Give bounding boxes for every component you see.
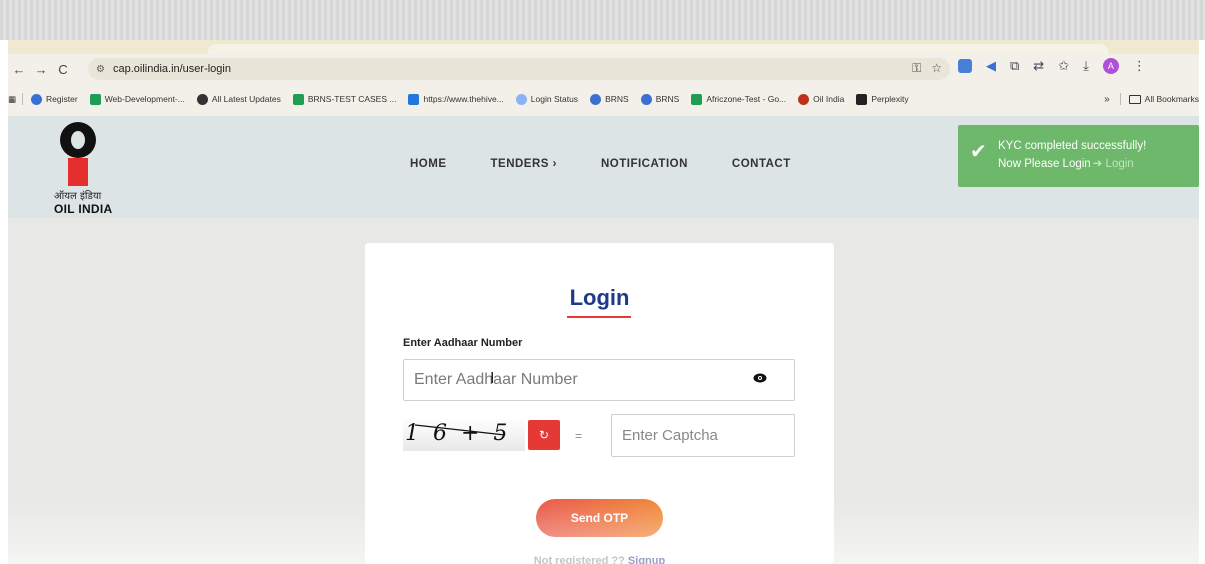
oil-india-logo[interactable]: ऑयल इंडिया OIL INDIA [52,122,132,218]
tab-strip [8,40,1199,54]
bookmark-label: Login Status [530,94,579,104]
apps-icon[interactable]: ▦ [8,94,16,105]
bookmarks-bar: ▦ Register Web-Development-... All Latest … [8,88,1199,110]
aadhaar-input[interactable] [403,359,795,401]
bookmark-label: All Latest Updates [211,94,281,104]
nav-tenders[interactable]: TENDERS › [491,158,557,170]
toast-login-text: Now Please Login [998,158,1091,170]
all-bookmarks-button[interactable]: All Bookmarks [1145,94,1199,104]
bookmark-item[interactable]: BRNS-TEST CASES ... [292,93,397,105]
bookmark-item[interactable]: Perplexity [856,93,909,105]
extension-icon[interactable] [958,59,972,73]
equals-sign: = [575,429,583,443]
profile-avatar[interactable]: A [1102,58,1119,74]
checkmark-icon: ✔ [970,141,987,163]
reload-icon[interactable]: C [52,58,74,80]
logo-bar-icon [68,158,88,186]
logo-english-text: OIL INDIA [54,202,113,216]
bookmark-item[interactable]: BRNS [640,93,680,105]
signup-prompt: Not registered ?? Signup [365,555,834,564]
bookmark-label: Register [46,94,78,104]
forward-icon[interactable]: → [30,58,52,80]
bookmark-label: https://www.thehive... [423,94,504,104]
text-cursor-icon: I [490,370,495,387]
toast-message: KYC completed successfully! [998,140,1147,152]
title-underline [567,316,631,318]
eye-icon[interactable] [753,373,767,383]
bookmark-globe-icon [590,93,602,105]
signup-link[interactable]: Signup [628,555,665,564]
login-title: Login [569,285,630,310]
nav-contact[interactable]: CONTACT [732,158,791,170]
browser-chrome: ← → C ⚙ cap.oilindia.in/user-login ⚿ ☆ ◀… [8,40,1199,116]
captcha-noise-line [415,424,505,436]
bookmark-globe-icon [640,93,652,105]
captcha-input[interactable] [611,414,795,457]
extensions-puzzle-icon[interactable]: ⧉ [1010,58,1019,74]
bookmark-label: Oil India [813,94,845,104]
login-card: Login Enter Aadhaar Number 16+5 ↻ = Send… [365,243,834,564]
active-tab[interactable] [208,44,1108,54]
bookmark-green-icon [89,93,101,105]
bookmark-label: Web-Development-... [104,94,185,104]
bookmark-label: BRNS [605,94,629,104]
folder-icon [1128,94,1141,104]
bookmark-item[interactable]: Web-Development-... [89,93,185,105]
bookmark-perp-icon [856,93,868,105]
password-key-icon[interactable]: ⚿ [912,61,921,76]
main-nav: HOME TENDERS › NOTIFICATION CONTACT [410,158,791,170]
bookmark-dark-icon [196,93,208,105]
bookmark-g-icon [515,93,527,105]
nav-notification[interactable]: NOTIFICATION [601,158,688,170]
toast-ghost-text: Login [1105,158,1134,170]
bookmark-label: BRNS [655,94,680,104]
url-text[interactable]: cap.oilindia.in/user-login [113,63,231,75]
logo-ring-icon [60,122,96,158]
bookmark-green-icon [691,93,703,105]
logo-hindi-text: ऑयल इंडिया [54,191,102,202]
bookmark-label: BRNS-TEST CASES ... [307,94,397,104]
bookmark-star-icon[interactable]: ☆ [931,61,942,76]
send-otp-button[interactable]: Send OTP [536,499,663,537]
bookmark-label: Africzone-Test - Go... [706,94,787,104]
omnibox-actions: ⚿ ☆ [912,61,942,76]
bookmark-green-icon [292,93,304,105]
bookmark-globe-icon [31,93,43,105]
extension-icon[interactable]: ◀ [986,58,996,74]
toast-login-ghost: ➜ Login [1092,158,1134,170]
captcha-refresh-button[interactable]: ↻ [528,420,560,450]
not-registered-text: Not registered ?? [533,555,628,564]
bookmark-label: Perplexity [871,94,909,104]
extensions-bar: ◀ ⧉ ⇄ ✩ ⤓ A ⋮ [958,58,1146,74]
bookmark-blue-icon [408,93,420,105]
translate-icon[interactable]: ⇄ [1033,58,1044,74]
back-icon[interactable]: ← [8,58,30,80]
site-info-icon[interactable]: ⚙ [96,64,105,75]
address-row: ← → C ⚙ cap.oilindia.in/user-login ⚿ ☆ ◀… [8,56,1199,82]
favorites-icon[interactable]: ✩ [1058,58,1069,74]
bookmark-item[interactable]: https://www.thehive... [408,93,504,105]
menu-dots-icon[interactable]: ⋮ [1133,58,1146,74]
toast-submessage: Now Please Login ➜ Login [998,155,1134,173]
bookmark-item[interactable]: All Latest Updates [196,93,281,105]
divider [1119,93,1121,105]
bookmark-item[interactable]: Africzone-Test - Go... [691,93,787,105]
bookmark-item[interactable]: Login Status [515,93,579,105]
divider [22,93,24,105]
address-bar[interactable]: ⚙ cap.oilindia.in/user-login ⚿ ☆ [88,58,950,80]
bookmark-list: Register Web-Development-... All Latest Up… [31,93,921,105]
success-toast[interactable]: ✔ KYC completed successfully! Now Please… [958,125,1199,187]
screen-top-blur [0,0,1205,40]
more-bookmarks-button[interactable]: » [1104,94,1110,105]
nav-home[interactable]: HOME [410,158,447,170]
aadhaar-label: Enter Aadhaar Number [403,337,523,349]
screen-left-edge [0,40,8,564]
bookmark-item[interactable]: Register [31,93,78,105]
bookmarks-right: » All Bookmarks [1104,93,1199,105]
download-icon[interactable]: ⤓ [1083,58,1089,74]
screen-right-edge [1199,40,1205,564]
bookmark-item[interactable]: Oil India [798,93,845,105]
bookmark-oil-icon [798,93,810,105]
bookmark-item[interactable]: BRNS [590,93,629,105]
